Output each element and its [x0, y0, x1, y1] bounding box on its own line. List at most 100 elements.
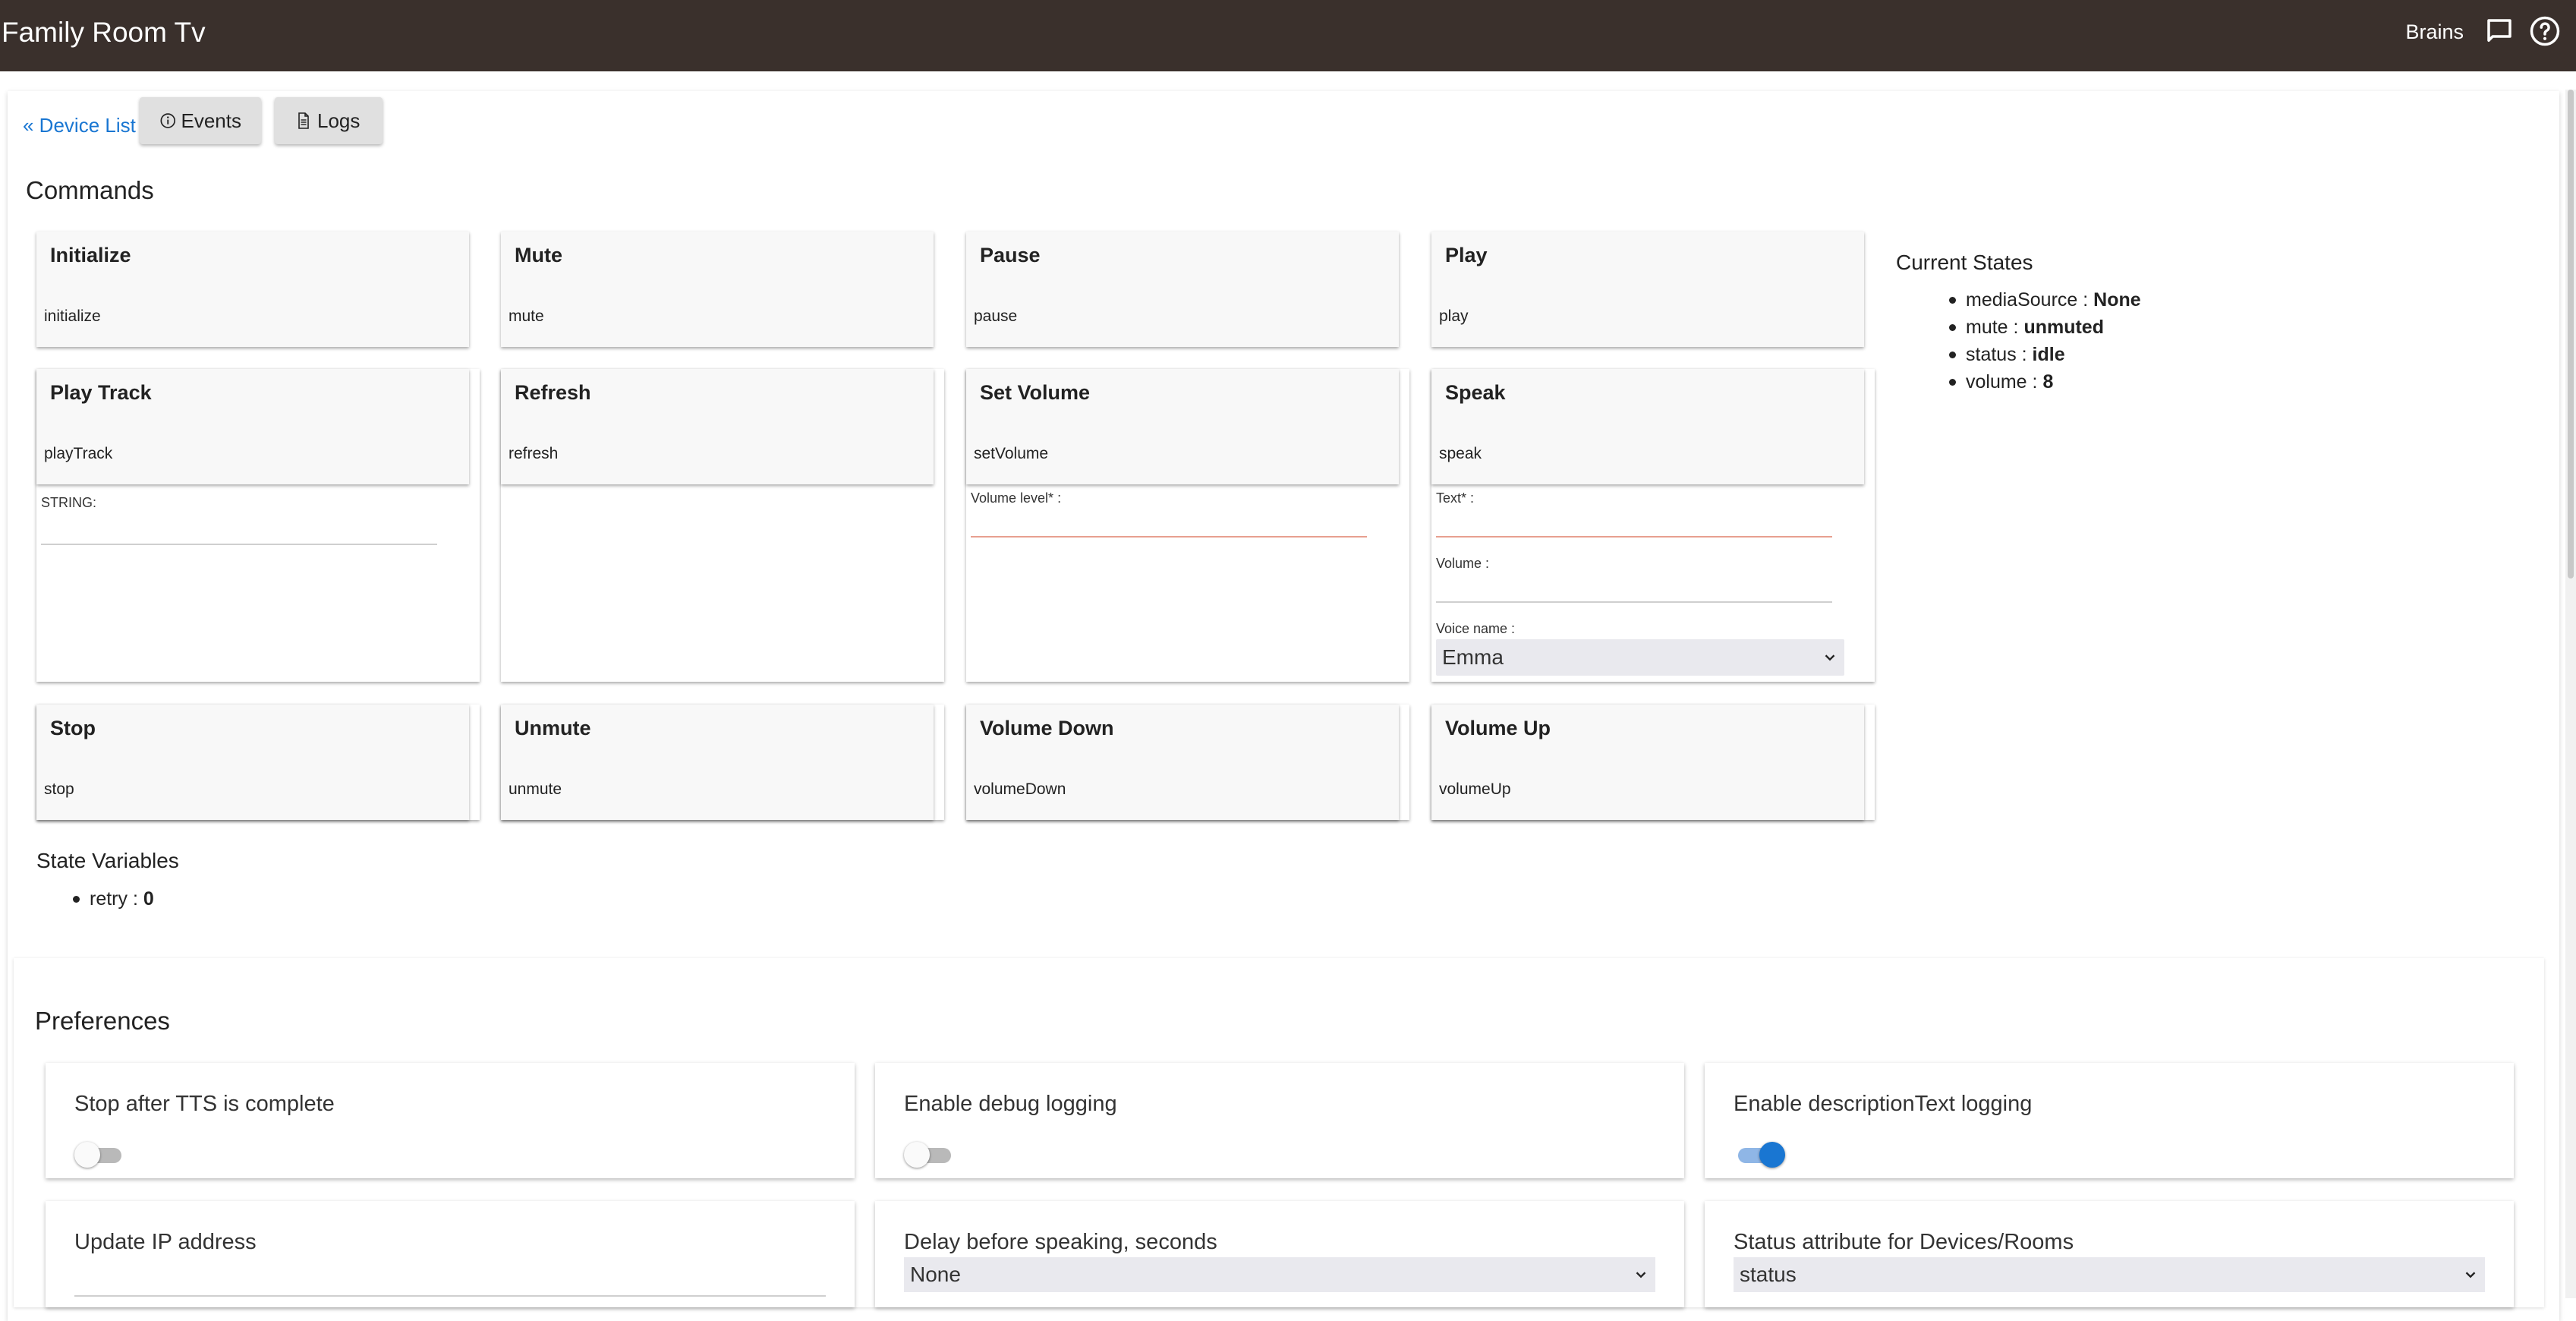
description-text-logging-toggle[interactable] [1734, 1139, 1785, 1169]
state-key: mediaSource [1966, 289, 2078, 311]
command-group-volume-up: Volume Up volumeUp [1431, 705, 1875, 820]
delay-before-speaking-select[interactable]: None [904, 1257, 1655, 1292]
state-value: None [2093, 289, 2141, 311]
current-states-title: Current States [1896, 251, 2033, 274]
state-item: status : idle [1913, 341, 2141, 368]
voice-name-value: Emma [1442, 645, 1504, 669]
pref-label: Enable debug logging [904, 1092, 1117, 1116]
command-method: stop [44, 780, 74, 798]
command-name: Pause [980, 244, 1041, 266]
pref-card-stop-after-tts: Stop after TTS is complete [46, 1063, 855, 1178]
toggle-knob [904, 1142, 930, 1168]
param-label: STRING: [41, 495, 97, 510]
command-group-speak: Speak speak Text* : Volume : Voice name … [1431, 369, 1875, 682]
state-variable-value: 0 [143, 888, 154, 910]
command-method: playTrack [44, 445, 113, 462]
command-method: setVolume [974, 445, 1049, 462]
state-variables-title: State Variables [36, 849, 179, 872]
command-name: Speak [1445, 381, 1506, 404]
status-attribute-select[interactable]: status [1734, 1257, 2485, 1292]
debug-logging-toggle[interactable] [904, 1139, 956, 1169]
command-group-play-track: Play Track playTrack STRING: [36, 369, 480, 682]
state-value: idle [2032, 344, 2065, 365]
state-item: mediaSource : None [1913, 286, 2141, 314]
command-card-unmute[interactable]: Unmute unmute [501, 705, 934, 820]
current-states-list: mediaSource : None mute : unmuted status… [1913, 286, 2141, 396]
state-key: mute [1966, 317, 2008, 338]
command-card-play[interactable]: Play play [1431, 232, 1864, 347]
commands-title: Commands [26, 176, 154, 204]
command-card-set-volume[interactable]: Set Volume setVolume [966, 369, 1399, 484]
pref-label: Stop after TTS is complete [74, 1092, 335, 1116]
command-card-initialize[interactable]: Initialize initialize [36, 232, 469, 347]
state-key: volume [1966, 371, 2027, 393]
command-group-set-volume: Set Volume setVolume Volume level* : [966, 369, 1409, 682]
state-key: status [1966, 344, 2017, 365]
state-variable-item: retry : 0 [0, 885, 154, 913]
logs-button[interactable]: Logs [275, 97, 383, 144]
command-name: Refresh [515, 381, 591, 404]
command-method: speak [1439, 445, 1482, 462]
command-name: Unmute [515, 717, 591, 739]
chevron-down-icon [1636, 1272, 1646, 1278]
pref-label: Enable descriptionText logging [1734, 1092, 2033, 1116]
command-method: refresh [509, 445, 559, 462]
command-card-pause[interactable]: Pause pause [966, 232, 1399, 347]
play-track-string-input[interactable] [41, 513, 437, 545]
help-circle-icon[interactable] [2529, 15, 2561, 47]
command-card-stop[interactable]: Stop stop [36, 705, 469, 820]
stop-after-tts-toggle[interactable] [74, 1139, 126, 1169]
command-method: pause [974, 307, 1018, 325]
speak-text-input[interactable] [1436, 506, 1832, 538]
hub-name[interactable]: Brains [2405, 20, 2464, 44]
state-variable-key: retry [90, 888, 128, 910]
param-label: Volume level* : [971, 490, 1062, 506]
command-name: Initialize [50, 244, 131, 266]
pref-card-delay-before-speaking: Delay before speaking, seconds None [875, 1201, 1684, 1307]
state-variables-list: retry : 0 [0, 885, 154, 913]
chevron-down-icon [2465, 1272, 2476, 1278]
device-list-link[interactable]: « Device List [23, 114, 136, 137]
command-method: volumeDown [974, 780, 1066, 798]
pref-card-update-ip: Update IP address [46, 1201, 855, 1307]
command-group-unmute: Unmute unmute [501, 705, 944, 820]
info-icon [160, 113, 175, 128]
state-item: volume : 8 [1913, 368, 2141, 396]
command-card-play-track[interactable]: Play Track playTrack [36, 369, 469, 484]
command-card-speak[interactable]: Speak speak [1431, 369, 1864, 484]
command-card-volume-down[interactable]: Volume Down volumeDown [966, 705, 1399, 820]
command-method: play [1439, 307, 1469, 325]
command-group-refresh: Refresh refresh [501, 369, 944, 682]
vertical-scrollbar[interactable] [2565, 90, 2576, 1298]
speak-volume-input[interactable] [1436, 571, 1832, 603]
pref-card-debug-logging: Enable debug logging [875, 1063, 1684, 1178]
command-card-refresh[interactable]: Refresh refresh [501, 369, 934, 484]
command-name: Play [1445, 244, 1488, 266]
update-ip-input[interactable] [74, 1265, 826, 1297]
pref-label: Delay before speaking, seconds [904, 1230, 1217, 1254]
command-name: Stop [50, 717, 96, 739]
command-name: Volume Up [1445, 717, 1551, 739]
pref-card-description-text-logging: Enable descriptionText logging [1705, 1063, 2514, 1178]
toggle-knob [1759, 1142, 1785, 1168]
command-card-volume-up[interactable]: Volume Up volumeUp [1431, 705, 1864, 820]
toggle-knob [74, 1142, 100, 1168]
command-group-stop: Stop stop [36, 705, 480, 820]
command-method: initialize [44, 307, 101, 325]
command-method: unmute [509, 780, 562, 798]
chevron-down-icon [1825, 654, 1835, 661]
param-label: Volume : [1436, 556, 1490, 571]
app-bar: Family Room Tv Brains [0, 0, 2576, 71]
param-label: Voice name : [1436, 621, 1516, 636]
events-button[interactable]: Events [140, 97, 261, 144]
scrollbar-thumb[interactable] [2568, 90, 2574, 579]
param-label: Text* : [1436, 490, 1475, 506]
volume-level-input[interactable] [971, 506, 1367, 538]
page-title: Family Room Tv [2, 17, 206, 48]
chat-bubble-icon[interactable] [2483, 15, 2515, 47]
state-value: 8 [2042, 371, 2054, 393]
events-label: Events [181, 109, 242, 132]
command-name: Mute [515, 244, 562, 266]
command-card-mute[interactable]: Mute mute [501, 232, 934, 347]
voice-name-select[interactable]: Emma [1436, 639, 1844, 676]
